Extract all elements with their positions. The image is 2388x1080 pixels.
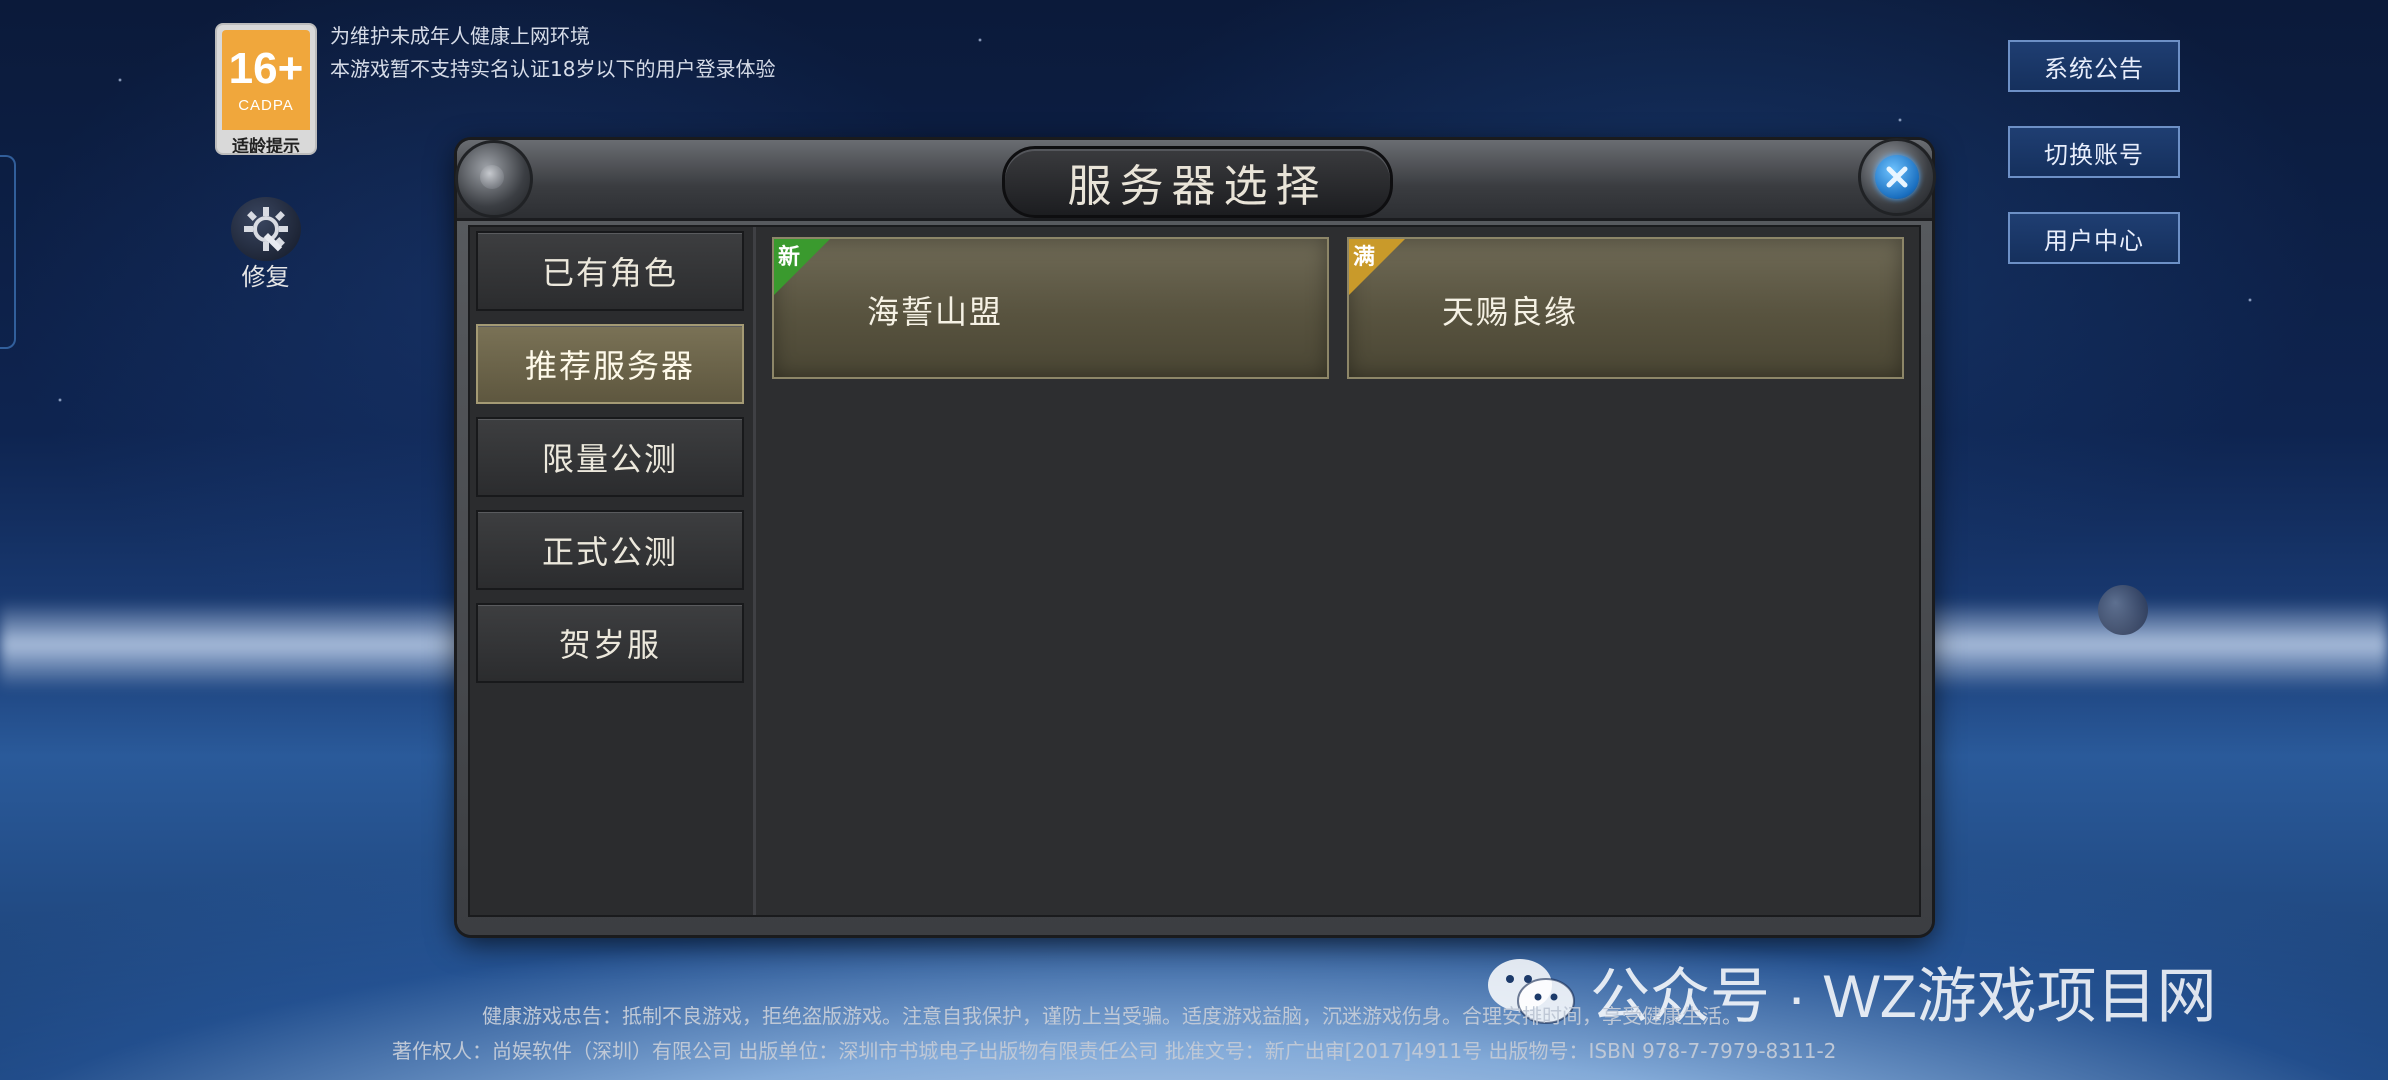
server-card-haishishanmeng[interactable]: 新 海誓山盟: [772, 237, 1329, 379]
age-rating-badge: 16+ CADPA 适龄提示: [217, 25, 315, 153]
age-rating-number: 16+: [228, 43, 304, 93]
dialog-title: 服务器选择: [1067, 161, 1328, 212]
server-name: 天赐良缘: [1442, 293, 1579, 331]
health-advice-footer: 健康游戏忠告：抵制不良游戏，拒绝盗版游戏。注意自我保护，谨防上当受骗。适度游戏益…: [482, 1004, 1742, 1028]
dialog-body: 已有角色 推荐服务器 限量公测 正式公测 贺岁服 新 海誓山盟 满 天赐良缘: [468, 225, 1921, 917]
ornament-orb-icon: [455, 140, 533, 218]
copyright-footer: 著作权人：尚娱软件（深圳）有限公司 出版单位：深圳市书城电子出版物有限责任公司 …: [392, 1039, 1837, 1063]
left-edge-handle[interactable]: [0, 155, 16, 349]
repair-button[interactable]: 修复: [228, 197, 303, 292]
notice-line-1: 为维护未成年人健康上网环境: [330, 24, 590, 48]
server-name: 海誓山盟: [867, 293, 1004, 331]
age-rating-plate: 16+ CADPA: [222, 30, 310, 130]
category-official-beta[interactable]: 正式公测: [476, 510, 744, 590]
server-select-dialog: 服务器选择 已有角色 推荐服务器 限量公测 正式公测 贺岁服 新 海誓山盟 满 …: [455, 138, 1936, 935]
server-tag-new: 新: [778, 245, 801, 270]
repair-label: 修复: [241, 263, 290, 291]
moon: [2098, 585, 2148, 635]
category-limited-beta[interactable]: 限量公测: [476, 417, 744, 497]
category-recommended-servers[interactable]: 推荐服务器: [476, 324, 744, 404]
system-announcement-button[interactable]: 系统公告: [2008, 40, 2180, 92]
switch-account-button[interactable]: 切换账号: [2008, 126, 2180, 178]
close-icon: [1875, 155, 1919, 199]
server-tag-full: 满: [1353, 245, 1376, 270]
minor-protection-notice: 为维护未成年人健康上网环境 本游戏暂不支持实名认证18岁以下的用户登录体验: [330, 20, 775, 86]
dialog-title-plate: 服务器选择: [1002, 146, 1393, 218]
category-new-year-server[interactable]: 贺岁服: [476, 603, 744, 683]
category-sidebar: 已有角色 推荐服务器 限量公测 正式公测 贺岁服: [470, 227, 756, 915]
age-rating-label: 适龄提示: [232, 137, 300, 153]
user-center-button[interactable]: 用户中心: [2008, 212, 2180, 264]
category-existing-roles[interactable]: 已有角色: [476, 231, 744, 311]
notice-line-2: 本游戏暂不支持实名认证18岁以下的用户登录体验: [330, 57, 776, 81]
close-button[interactable]: [1858, 138, 1936, 216]
repair-gear-icon: [230, 197, 301, 261]
server-card-tiancilangyuan[interactable]: 满 天赐良缘: [1347, 237, 1904, 379]
dialog-header: 服务器选择: [455, 138, 1936, 221]
age-rating-org: CADPA: [238, 96, 294, 114]
